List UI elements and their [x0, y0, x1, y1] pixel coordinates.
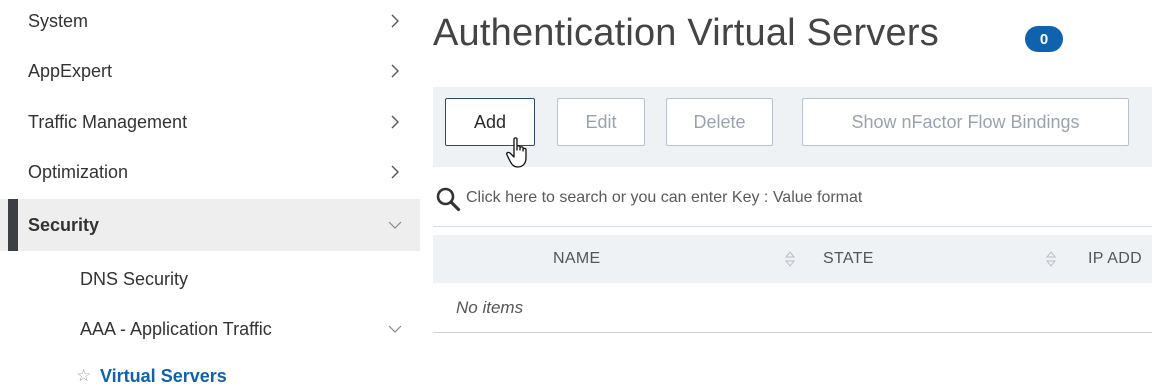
sidebar-nav: System AppExpert Traffic Management Opti… [0, 0, 420, 391]
sidebar-item-label: Traffic Management [28, 111, 188, 132]
sidebar-item-label: System [28, 10, 89, 31]
table-row: No items [433, 283, 1152, 333]
sidebar-item-label: AppExpert [28, 60, 113, 81]
column-header-state[interactable]: STATE [823, 235, 874, 283]
column-header-ip-address[interactable]: IP ADD [1088, 235, 1142, 283]
sort-icon[interactable] [785, 251, 795, 267]
sidebar-item-dns-security[interactable]: DNS Security [0, 257, 420, 301]
chevron-right-icon [391, 165, 399, 179]
chevron-right-icon [391, 64, 399, 78]
chevron-right-icon [391, 115, 399, 129]
show-nfactor-flow-bindings-button[interactable]: Show nFactor Flow Bindings [802, 98, 1129, 146]
delete-button[interactable]: Delete [666, 98, 773, 146]
search-icon [436, 187, 461, 212]
page-title: Authentication Virtual Servers [433, 12, 939, 54]
star-icon[interactable]: ☆ [76, 366, 91, 386]
chevron-right-icon [391, 14, 399, 28]
sidebar-item-appexpert[interactable]: AppExpert [0, 50, 420, 92]
app-frame: System AppExpert Traffic Management Opti… [0, 0, 1152, 391]
column-header-name[interactable]: NAME [553, 235, 600, 283]
selected-indicator [8, 199, 18, 251]
sidebar-item-security[interactable]: Security [0, 199, 420, 251]
sidebar-item-aaa-application-traffic[interactable]: AAA - Application Traffic [0, 307, 420, 351]
action-toolbar: Add Edit Delete Show nFactor Flow Bindin… [433, 87, 1152, 168]
sidebar-item-traffic-management[interactable]: Traffic Management [0, 101, 420, 143]
main-content: Authentication Virtual Servers 0 Add Edi… [420, 0, 1152, 391]
sidebar-item-virtual-servers[interactable]: ☆ Virtual Servers [0, 358, 420, 391]
hand-cursor-icon [506, 137, 527, 168]
sidebar-item-label: DNS Security [80, 268, 189, 289]
sidebar-item-label: Optimization [28, 161, 129, 182]
empty-state-text: No items [456, 298, 524, 317]
sidebar-item-label: Virtual Servers [100, 365, 227, 386]
count-badge: 0 [1025, 26, 1063, 52]
sidebar-item-label: Security [28, 214, 100, 235]
edit-button[interactable]: Edit [557, 98, 645, 146]
search-bar [433, 167, 1152, 227]
sidebar-item-label: AAA - Application Traffic [80, 318, 272, 339]
sidebar-item-optimization[interactable]: Optimization [0, 151, 420, 193]
sort-icon[interactable] [1046, 251, 1056, 267]
sidebar-item-system[interactable]: System [0, 0, 420, 42]
table-header: NAME STATE IP ADD [433, 235, 1152, 283]
chevron-down-icon [388, 325, 402, 333]
chevron-down-icon [388, 221, 402, 229]
search-input[interactable] [466, 183, 1146, 213]
